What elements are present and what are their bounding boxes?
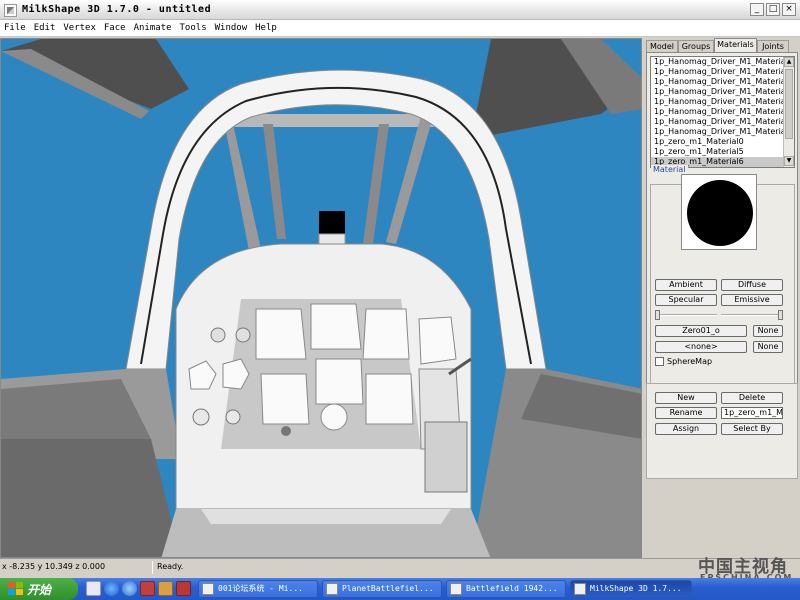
menu-bar: File Edit Vertex Face Animate Tools Window Help xyxy=(0,20,800,37)
cockpit-render xyxy=(1,39,641,557)
ambient-button[interactable]: Ambient xyxy=(655,279,717,291)
material-list[interactable]: 1p_Hanomag_Driver_M1_Material1 1p_Hanoma… xyxy=(650,56,795,168)
material-preview xyxy=(681,174,757,250)
list-item[interactable]: 1p_zero_m1_Material0 xyxy=(651,137,784,147)
taskbar-item-planetbattlefield[interactable]: PlanetBattlefiel... xyxy=(322,580,442,598)
menu-face[interactable]: Face xyxy=(100,22,130,35)
start-label: 开始 xyxy=(27,583,52,597)
list-item[interactable]: 1p_zero_m1_Material5 xyxy=(651,147,784,157)
list-item[interactable]: 1p_Hanomag_Driver_M1_Material7 xyxy=(651,117,784,127)
menu-tools[interactable]: Tools xyxy=(176,22,211,35)
taskbar-item-battlefield[interactable]: Battlefield 1942... xyxy=(446,580,566,598)
rename-button[interactable]: Rename xyxy=(655,407,717,419)
taskbar-item-milkshape[interactable]: MilkShape 3D 1.7... xyxy=(570,580,692,598)
slider-knob[interactable] xyxy=(655,310,660,320)
side-panel: Model Groups Materials Joints 1p_Hanomag… xyxy=(643,38,800,558)
transparency-slider[interactable] xyxy=(721,310,783,320)
diffuse-button[interactable]: Diffuse xyxy=(721,279,783,291)
alpha-none-button[interactable]: None xyxy=(753,341,783,353)
list-item[interactable]: 1p_Hanomag_Driver_M1_Material4 xyxy=(651,87,784,97)
menu-window[interactable]: Window xyxy=(211,22,252,35)
slider-knob[interactable] xyxy=(778,310,783,320)
status-separator xyxy=(152,561,153,574)
select-by-button[interactable]: Select By xyxy=(721,423,783,435)
menu-edit[interactable]: Edit xyxy=(30,22,60,35)
media-icon[interactable] xyxy=(122,581,137,596)
app-icon[interactable] xyxy=(4,4,17,17)
minimize-button[interactable]: _ xyxy=(750,3,764,16)
show-desktop-icon[interactable] xyxy=(86,581,101,596)
delete-button[interactable]: Delete xyxy=(721,392,783,404)
alpha-button[interactable]: <none> xyxy=(655,341,747,353)
app-quick-icon[interactable] xyxy=(140,581,155,596)
menu-file[interactable]: File xyxy=(0,22,30,35)
texture-none-button[interactable]: None xyxy=(753,325,783,337)
browser-window-icon xyxy=(450,583,462,595)
list-item[interactable]: 1p_Hanomag_Driver_M1_Material6 xyxy=(651,107,784,117)
list-item[interactable]: 1p_Hanomag_Driver_M1_Material3 xyxy=(651,77,784,87)
maximize-button[interactable]: □ xyxy=(766,3,780,16)
emissive-button[interactable]: Emissive xyxy=(721,294,783,306)
folder-icon[interactable] xyxy=(158,581,173,596)
window-title: MilkShape 3D 1.7.0 - untitled xyxy=(22,4,212,15)
start-button[interactable]: 开始 xyxy=(0,578,78,600)
browser-window-icon xyxy=(326,583,338,595)
shininess-slider[interactable] xyxy=(655,310,717,320)
assign-button[interactable]: Assign xyxy=(655,423,717,435)
windows-flag-icon xyxy=(8,582,23,596)
list-item[interactable]: 1p_Hanomag_Driver_M1_Material5 xyxy=(651,97,784,107)
status-bar: x -8.235 y 10.349 z 0.000 Ready. xyxy=(0,558,800,576)
browser-icon[interactable] xyxy=(104,581,119,596)
coordinate-readout: x -8.235 y 10.349 z 0.000 xyxy=(2,562,106,571)
menu-animate[interactable]: Animate xyxy=(130,22,176,35)
scroll-thumb[interactable] xyxy=(785,69,793,139)
spheremap-checkbox[interactable] xyxy=(655,357,664,366)
list-item[interactable]: 1p_Hanomag_Driver_M1_Material2 xyxy=(651,67,784,77)
list-scrollbar[interactable]: ▲ ▼ xyxy=(783,57,794,167)
specular-button[interactable]: Specular xyxy=(655,294,717,306)
tool-icon[interactable] xyxy=(176,581,191,596)
close-button[interactable]: × xyxy=(782,3,796,16)
menu-help[interactable]: Help xyxy=(251,22,281,35)
list-item[interactable]: 1p_Hanomag_Driver_M1_Material8 xyxy=(651,127,784,137)
status-message: Ready. xyxy=(157,562,184,571)
side-panel-box xyxy=(424,421,468,493)
menu-vertex[interactable]: Vertex xyxy=(59,22,100,35)
spheremap-label: SphereMap xyxy=(667,357,713,366)
scroll-down-icon[interactable]: ▼ xyxy=(784,156,794,166)
browser-window-icon xyxy=(202,583,214,595)
taskbar-item-forum[interactable]: 001论坛系统 - Mi... xyxy=(198,580,318,598)
list-item[interactable]: 1p_Hanomag_Driver_M1_Material1 xyxy=(651,57,784,67)
milkshape-window-icon xyxy=(574,583,586,595)
material-name-field[interactable]: 1p_zero_m1_M xyxy=(721,407,783,419)
3d-viewport[interactable] xyxy=(0,38,642,558)
material-group-label: Material xyxy=(651,165,688,174)
texture-button[interactable]: Zero01_o xyxy=(655,325,747,337)
title-bar[interactable]: MilkShape 3D 1.7.0 - untitled _ □ × xyxy=(0,0,800,20)
tab-materials[interactable]: Materials xyxy=(714,38,757,53)
scroll-up-icon[interactable]: ▲ xyxy=(784,57,794,67)
new-button[interactable]: New xyxy=(655,392,717,404)
sphere-preview xyxy=(687,180,753,246)
taskbar: 开始 001论坛系统 - Mi... PlanetBattlefiel... B… xyxy=(0,578,800,600)
